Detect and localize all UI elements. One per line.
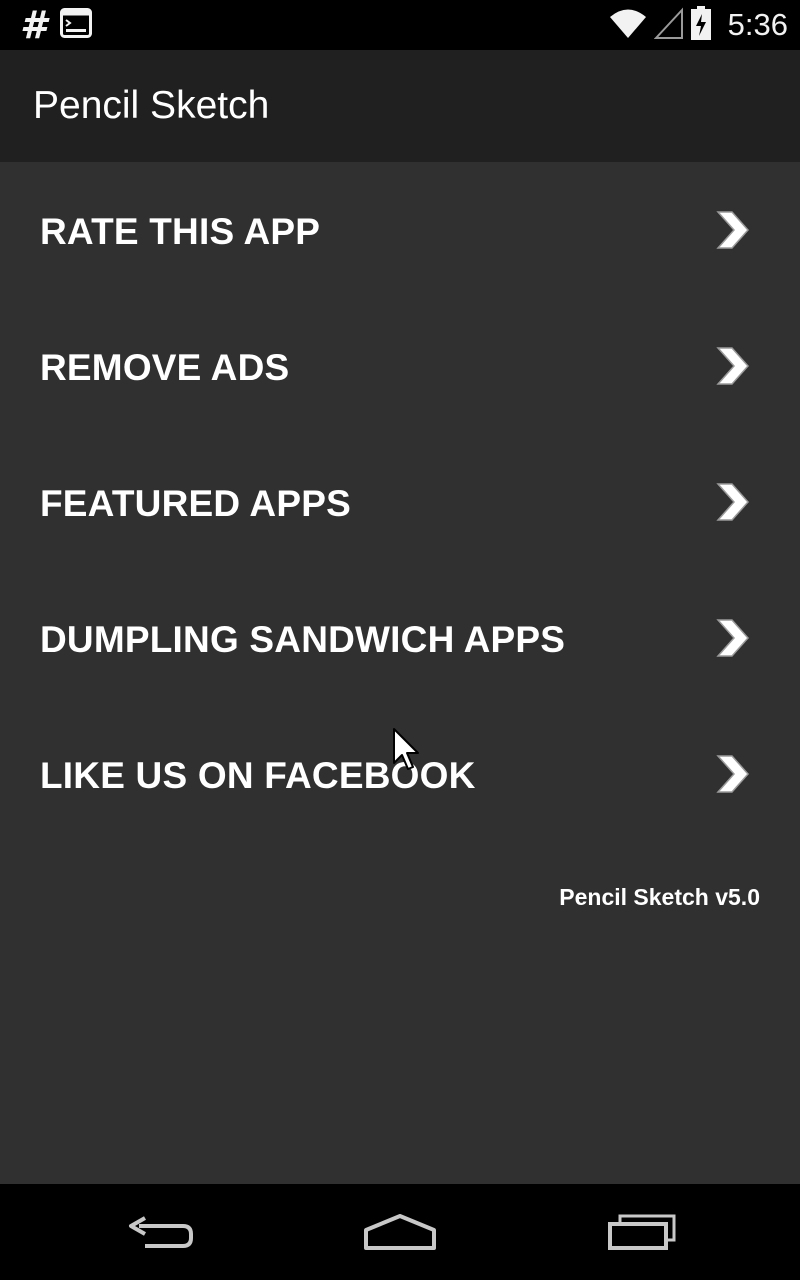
battery-charging-icon — [690, 5, 712, 46]
status-right: 5:36 — [608, 0, 788, 50]
menu-item-featured-apps[interactable]: FEATURED APPS — [0, 434, 800, 570]
chevron-right-icon — [716, 619, 750, 657]
chevron-right-icon — [716, 755, 750, 793]
clock: 5:36 — [727, 7, 788, 42]
wifi-icon — [608, 6, 648, 45]
mouse-cursor-icon — [393, 728, 419, 770]
status-bar: # 5:36 — [0, 0, 800, 50]
back-icon — [129, 1216, 193, 1248]
home-icon — [364, 1214, 436, 1250]
menu-item-label: RATE THIS APP — [40, 211, 321, 252]
menu-item-label: DUMPLING SANDWICH APPS — [40, 619, 566, 660]
menu-item-rate-this-app[interactable]: RATE THIS APP — [0, 162, 800, 298]
hash-icon: # — [20, 3, 47, 47]
chevron-right-icon — [716, 211, 750, 249]
menu-item-label: REMOVE ADS — [40, 347, 290, 388]
home-button[interactable] — [330, 1184, 470, 1280]
menu-item-remove-ads[interactable]: REMOVE ADS — [0, 298, 800, 434]
version-label: Pencil Sketch v5.0 — [559, 884, 760, 910]
action-bar: Pencil Sketch — [0, 50, 800, 162]
back-button[interactable] — [90, 1184, 230, 1280]
navigation-bar — [0, 1184, 800, 1280]
chevron-right-icon — [716, 347, 750, 385]
menu-item-label: FEATURED APPS — [40, 483, 351, 524]
screen: # 5:36 Pencil Sketch RATE THIS APP REMOV… — [0, 0, 800, 1280]
terminal-icon — [60, 7, 93, 43]
status-left: # — [20, 3, 93, 47]
app-title: Pencil Sketch — [33, 84, 270, 127]
chevron-right-icon — [716, 483, 750, 521]
menu-item-dumpling-sandwich-apps[interactable]: DUMPLING SANDWICH APPS — [0, 570, 800, 706]
recents-icon — [608, 1214, 676, 1250]
signal-icon — [653, 6, 684, 45]
recents-button[interactable] — [572, 1184, 712, 1280]
